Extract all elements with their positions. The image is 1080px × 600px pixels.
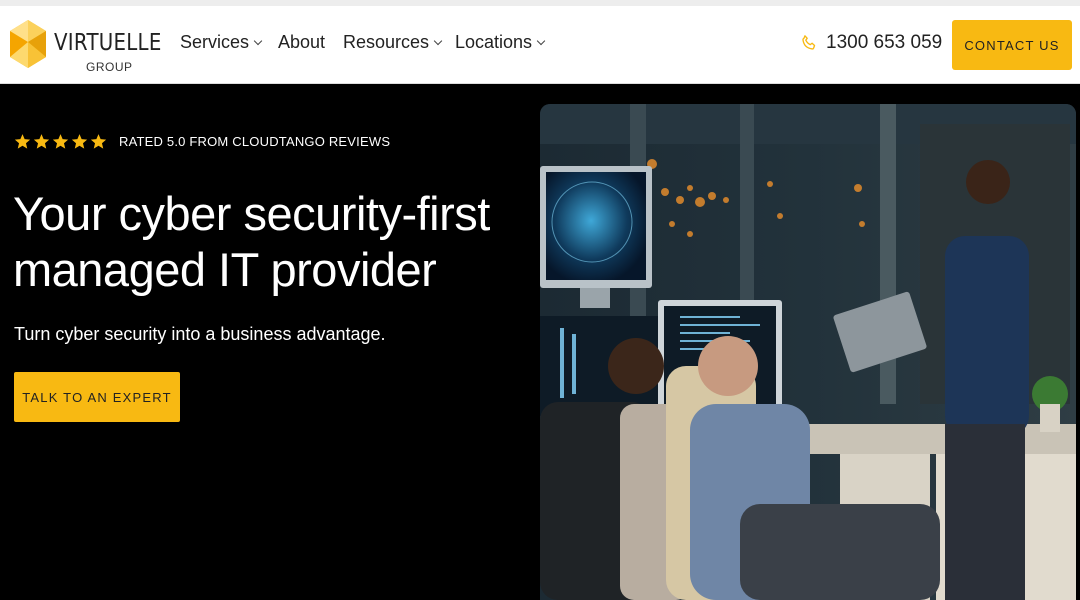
rating-text: RATED 5.0 FROM CLOUDTANGO REVIEWS <box>119 134 391 149</box>
rating-row: RATED 5.0 FROM CLOUDTANGO REVIEWS <box>14 133 390 150</box>
chevron-down-icon <box>253 36 263 45</box>
headline-line-1: Your cyber security-first <box>13 187 490 240</box>
hero-subheadline: Turn cyber security into a business adva… <box>14 324 386 344</box>
star-icon <box>90 134 107 149</box>
headline-line-2: managed IT provider <box>13 243 437 296</box>
hero-office-photo <box>540 104 1076 600</box>
nav-item-label: Resources <box>343 32 430 52</box>
nav-item-label: Locations <box>455 32 533 52</box>
logo-name: VIRTUELLE <box>54 30 162 56</box>
rating-stars <box>14 133 107 150</box>
star-icon <box>33 134 50 149</box>
phone-icon <box>802 35 816 50</box>
hero-headline: Your cyber security-first managed IT pro… <box>13 186 513 298</box>
chevron-down-icon <box>536 36 546 45</box>
nav-item-about[interactable]: About <box>278 32 325 53</box>
logo-subtitle: GROUP <box>86 60 133 74</box>
nav-item-label: About <box>278 32 326 52</box>
phone-link[interactable]: 1300 653 059 <box>800 32 942 54</box>
nav-item-resources[interactable]: Resources <box>343 32 443 53</box>
office-scene-illustration <box>540 104 1076 600</box>
talk-to-expert-button[interactable]: TALK TO AN EXPERT <box>14 372 180 422</box>
nav-item-services[interactable]: Services <box>180 32 263 53</box>
contact-us-button[interactable]: CONTACT US <box>952 20 1072 70</box>
chevron-down-icon <box>433 36 443 45</box>
virtuelle-logo[interactable]: VIRTUELLE GROUP <box>6 18 166 74</box>
nav-item-label: Services <box>180 32 250 52</box>
phone-number: 1300 653 059 <box>826 32 943 53</box>
nav-item-locations[interactable]: Locations <box>455 32 546 53</box>
star-icon <box>52 134 69 149</box>
star-icon <box>71 134 88 149</box>
site-header: VIRTUELLE GROUP Services About Resources… <box>0 6 1080 84</box>
star-icon <box>14 134 31 149</box>
logo-mark-icon <box>10 20 46 68</box>
